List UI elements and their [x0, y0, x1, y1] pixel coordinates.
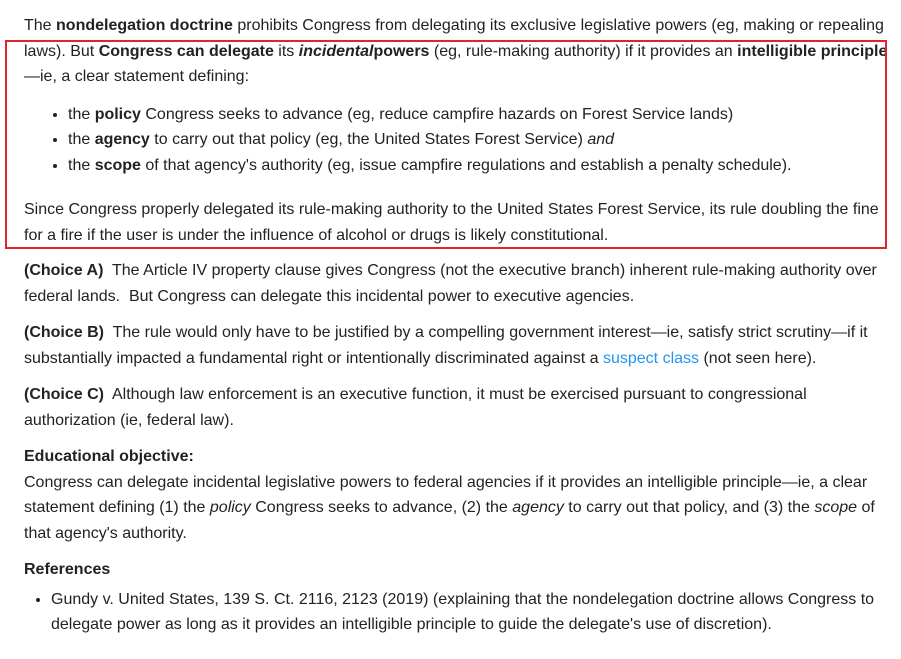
text: Congress seeks to advance, (2) the	[250, 499, 513, 516]
text: Congress seeks to advance (eg, reduce ca…	[140, 105, 734, 123]
conclusion-paragraph: Since Congress properly delegated its ru…	[24, 201, 879, 244]
criteria-list: the policy Congress seeks to advance (eg…	[24, 102, 890, 179]
text: (eg, rule-making authority) if it provid…	[429, 42, 738, 60]
explanation: The nondelegation doctrine prohibits Con…	[24, 13, 890, 638]
list-item: the policy Congress seeks to advance (eg…	[68, 102, 890, 128]
italic-text: policy	[209, 499, 251, 516]
choice-text: (not seen here).	[699, 349, 817, 367]
text: —ie, a clear statement defining:	[24, 68, 250, 85]
objective-heading: Educational objective:	[24, 448, 194, 465]
list-item: the scope of that agency's authority (eg…	[68, 153, 890, 179]
text: The	[24, 17, 57, 34]
list-item: the agency to carry out that policy (eg,…	[68, 127, 890, 153]
bold-text: scope	[94, 156, 141, 174]
bold-text: Congress can delegate	[98, 42, 274, 60]
choice-label: (Choice B)	[24, 324, 104, 341]
references: References Gundy v. United States, 139 S…	[24, 557, 890, 638]
intro-paragraph: The nondelegation doctrine prohibits Con…	[24, 13, 890, 90]
references-list: Gundy v. United States, 139 S. Ct. 2116,…	[24, 587, 890, 638]
choice-text: The Article IV property clause gives Con…	[24, 262, 882, 305]
bold-italic-text: incidental	[298, 42, 374, 60]
italic-text: and	[587, 131, 615, 148]
choice-a: (Choice A) The Article IV property claus…	[24, 258, 890, 309]
italic-text: agency	[512, 499, 564, 516]
text: the	[68, 156, 95, 174]
choice-label: (Choice A)	[24, 262, 104, 279]
references-heading: References	[24, 561, 111, 578]
bold-text: agency	[94, 131, 150, 148]
choice-c: (Choice C) Although law enforcement is a…	[24, 382, 890, 433]
text: the	[68, 131, 95, 148]
term-nondelegation: nondelegation doctrine	[56, 17, 233, 34]
text: of that agency's authority (eg, issue ca…	[140, 156, 792, 174]
reference-item: Gundy v. United States, 139 S. Ct. 2116,…	[51, 587, 890, 638]
text: to carry out that policy (eg, the United…	[149, 131, 588, 148]
choice-label: (Choice C)	[24, 386, 104, 403]
bold-text: policy	[94, 105, 141, 123]
term-intelligible-principle: intelligible principle	[737, 42, 888, 60]
text: to carry out that policy, and (3) the	[563, 499, 815, 516]
objective-text: Congress can delegate incidental legisla…	[24, 470, 890, 547]
bold-text: powers	[373, 42, 430, 60]
italic-text: scope	[814, 499, 858, 516]
text: the	[68, 105, 95, 123]
text: its	[273, 42, 299, 60]
choice-text: Although law enforcement is an executive…	[24, 386, 812, 429]
choice-b: (Choice B) The rule would only have to b…	[24, 320, 890, 371]
suspect-class-link[interactable]: suspect class	[603, 350, 699, 367]
